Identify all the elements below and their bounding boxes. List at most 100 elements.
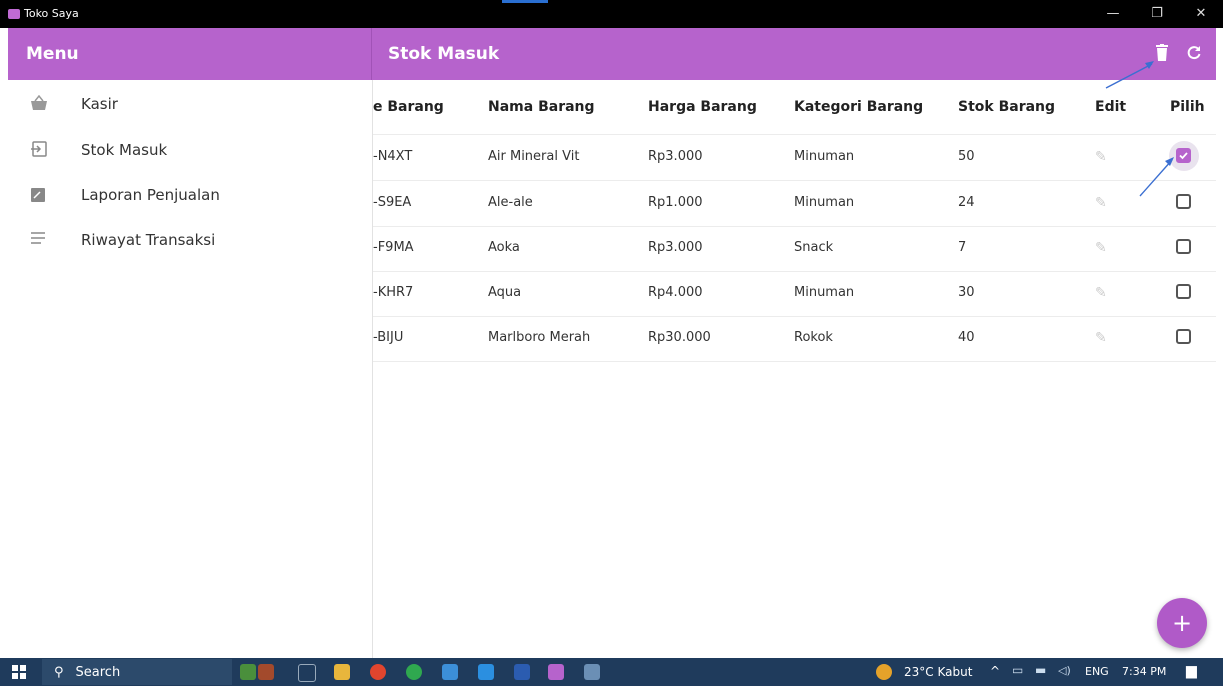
- cell-kategori: Snack: [794, 240, 834, 255]
- edit-pencil-icon[interactable]: ✎: [1095, 149, 1107, 165]
- restore-button[interactable]: ❐: [1142, 4, 1172, 24]
- cell-harga: Rp3.000: [648, 149, 703, 164]
- windows-start-icon[interactable]: [12, 665, 26, 682]
- cell-nama: Aoka: [488, 240, 520, 255]
- tray-volume-icon[interactable]: ◁): [1058, 664, 1071, 677]
- page-title: Stok Masuk: [388, 44, 500, 64]
- cell-kode: -F9MA: [373, 240, 414, 255]
- window-titlebar: Toko Saya — ❐ ✕: [0, 0, 1223, 28]
- cell-stok: 40: [958, 330, 975, 345]
- column-header-edit: Edit: [1095, 99, 1127, 115]
- store-app-icon[interactable]: [258, 664, 274, 680]
- task-view-icon[interactable]: [298, 664, 316, 682]
- edge-icon[interactable]: [442, 664, 458, 680]
- cell-kategori: Rokok: [794, 330, 833, 345]
- vscode-icon[interactable]: [478, 664, 494, 680]
- language-indicator[interactable]: ENG: [1085, 665, 1109, 678]
- column-header-stok: Stok Barang: [958, 99, 1056, 115]
- sidebar-item-label: Stok Masuk: [81, 141, 168, 159]
- edit-pencil-icon[interactable]: ✎: [1095, 285, 1107, 301]
- chrome-icon[interactable]: [370, 664, 386, 680]
- check-icon: [1179, 152, 1188, 160]
- cell-kode: -BIJU: [373, 330, 404, 345]
- sidebar-item-label: Laporan Penjualan: [81, 186, 220, 204]
- edit-pencil-icon[interactable]: ✎: [1095, 240, 1107, 256]
- app-title: Toko Saya: [8, 7, 79, 20]
- close-button[interactable]: ✕: [1186, 4, 1216, 24]
- file-explorer-icon[interactable]: [334, 664, 350, 680]
- browser-icon[interactable]: [406, 664, 422, 680]
- sidebar-item-label: Kasir: [81, 95, 118, 113]
- refresh-button[interactable]: [1183, 44, 1205, 66]
- window-title: Toko Saya: [24, 7, 79, 20]
- cell-harga: Rp4.000: [648, 285, 703, 300]
- column-header-kode: e Barang: [373, 99, 444, 115]
- select-checkbox[interactable]: [1176, 329, 1191, 344]
- cell-harga: Rp1.000: [648, 195, 703, 210]
- tray-battery-icon[interactable]: ▬: [1035, 663, 1046, 677]
- search-placeholder: Search: [75, 664, 121, 680]
- cell-kategori: Minuman: [794, 285, 855, 300]
- notes-app-icon[interactable]: [584, 664, 600, 680]
- list-icon: [30, 231, 48, 249]
- edit-pencil-icon[interactable]: ✎: [1095, 195, 1107, 211]
- cell-stok: 7: [958, 240, 967, 255]
- taskbar-search[interactable]: ⚲ Search: [42, 659, 232, 685]
- notification-icon[interactable]: ▆: [1186, 663, 1197, 679]
- sidebar: Kasir Stok Masuk Laporan Penjualan Riway…: [8, 80, 373, 658]
- weather-icon: [876, 664, 892, 680]
- tree-app-icon[interactable]: [240, 664, 256, 680]
- tray-chevron-icon[interactable]: ^: [990, 664, 1000, 678]
- table-row: -N4XT Air Mineral Vit Rp3.000 Minuman 50…: [373, 135, 1216, 181]
- cell-kategori: Minuman: [794, 195, 855, 210]
- cell-kode: -S9EA: [373, 195, 412, 210]
- cell-stok: 50: [958, 149, 975, 164]
- app-bar: Menu Stok Masuk: [8, 28, 1216, 80]
- tray-network-icon[interactable]: ▭: [1012, 663, 1023, 677]
- input-icon: [30, 141, 48, 159]
- menu-title: Menu: [26, 44, 79, 64]
- sidebar-item-kasir[interactable]: Kasir: [8, 92, 372, 116]
- sidebar-item-label: Riwayat Transaksi: [81, 231, 216, 249]
- weather-text: 23°C Kabut: [904, 665, 973, 679]
- column-header-pilih: Pilih: [1170, 99, 1205, 115]
- select-checkbox[interactable]: [1176, 148, 1191, 163]
- word-icon[interactable]: [514, 664, 530, 680]
- table-row: -KHR7 Aqua Rp4.000 Minuman 30 ✎: [373, 271, 1216, 317]
- delete-button[interactable]: [1151, 44, 1173, 66]
- cell-harga: Rp3.000: [648, 240, 703, 255]
- report-icon: [30, 186, 48, 204]
- column-header-harga: Harga Barang: [648, 99, 757, 115]
- edit-pencil-icon[interactable]: ✎: [1095, 330, 1107, 346]
- basket-icon: [30, 94, 48, 113]
- add-item-button[interactable]: +: [1157, 598, 1207, 648]
- cell-nama: Marlboro Merah: [488, 330, 591, 345]
- cell-kode: -N4XT: [373, 149, 413, 164]
- table-row: -S9EA Ale-ale Rp1.000 Minuman 24 ✎: [373, 181, 1216, 227]
- cell-kode: -KHR7: [373, 285, 414, 300]
- sidebar-item-laporan-penjualan[interactable]: Laporan Penjualan: [8, 183, 372, 207]
- table-row: -F9MA Aoka Rp3.000 Snack 7 ✎: [373, 226, 1216, 272]
- app-icon: [8, 8, 20, 19]
- minimize-button[interactable]: —: [1098, 4, 1128, 24]
- appbar-divider: [371, 28, 372, 80]
- sidebar-item-riwayat-transaksi[interactable]: Riwayat Transaksi: [8, 228, 372, 252]
- toko-saya-taskbar-icon[interactable]: [548, 664, 564, 680]
- select-checkbox[interactable]: [1176, 194, 1191, 209]
- trash-icon: [1156, 44, 1168, 61]
- clock[interactable]: 7:34 PM: [1122, 665, 1166, 678]
- cell-nama: Aqua: [488, 285, 522, 300]
- search-icon: ⚲: [54, 664, 64, 680]
- column-header-nama: Nama Barang: [488, 99, 595, 115]
- stock-table: e Barang Nama Barang Harga Barang Katego…: [373, 80, 1216, 658]
- cell-nama: Air Mineral Vit: [488, 149, 580, 164]
- select-checkbox[interactable]: [1176, 284, 1191, 299]
- cell-kategori: Minuman: [794, 149, 855, 164]
- taskbar: ⚲ Search 23°C Kabut ^ ▭ ▬ ◁) ENG 7:34 PM…: [0, 658, 1223, 686]
- sidebar-item-stok-masuk[interactable]: Stok Masuk: [8, 138, 372, 162]
- select-checkbox[interactable]: [1176, 239, 1191, 254]
- refresh-icon: [1187, 46, 1201, 60]
- cell-nama: Ale-ale: [488, 195, 533, 210]
- cell-stok: 30: [958, 285, 975, 300]
- column-header-kategori: Kategori Barang: [794, 99, 924, 115]
